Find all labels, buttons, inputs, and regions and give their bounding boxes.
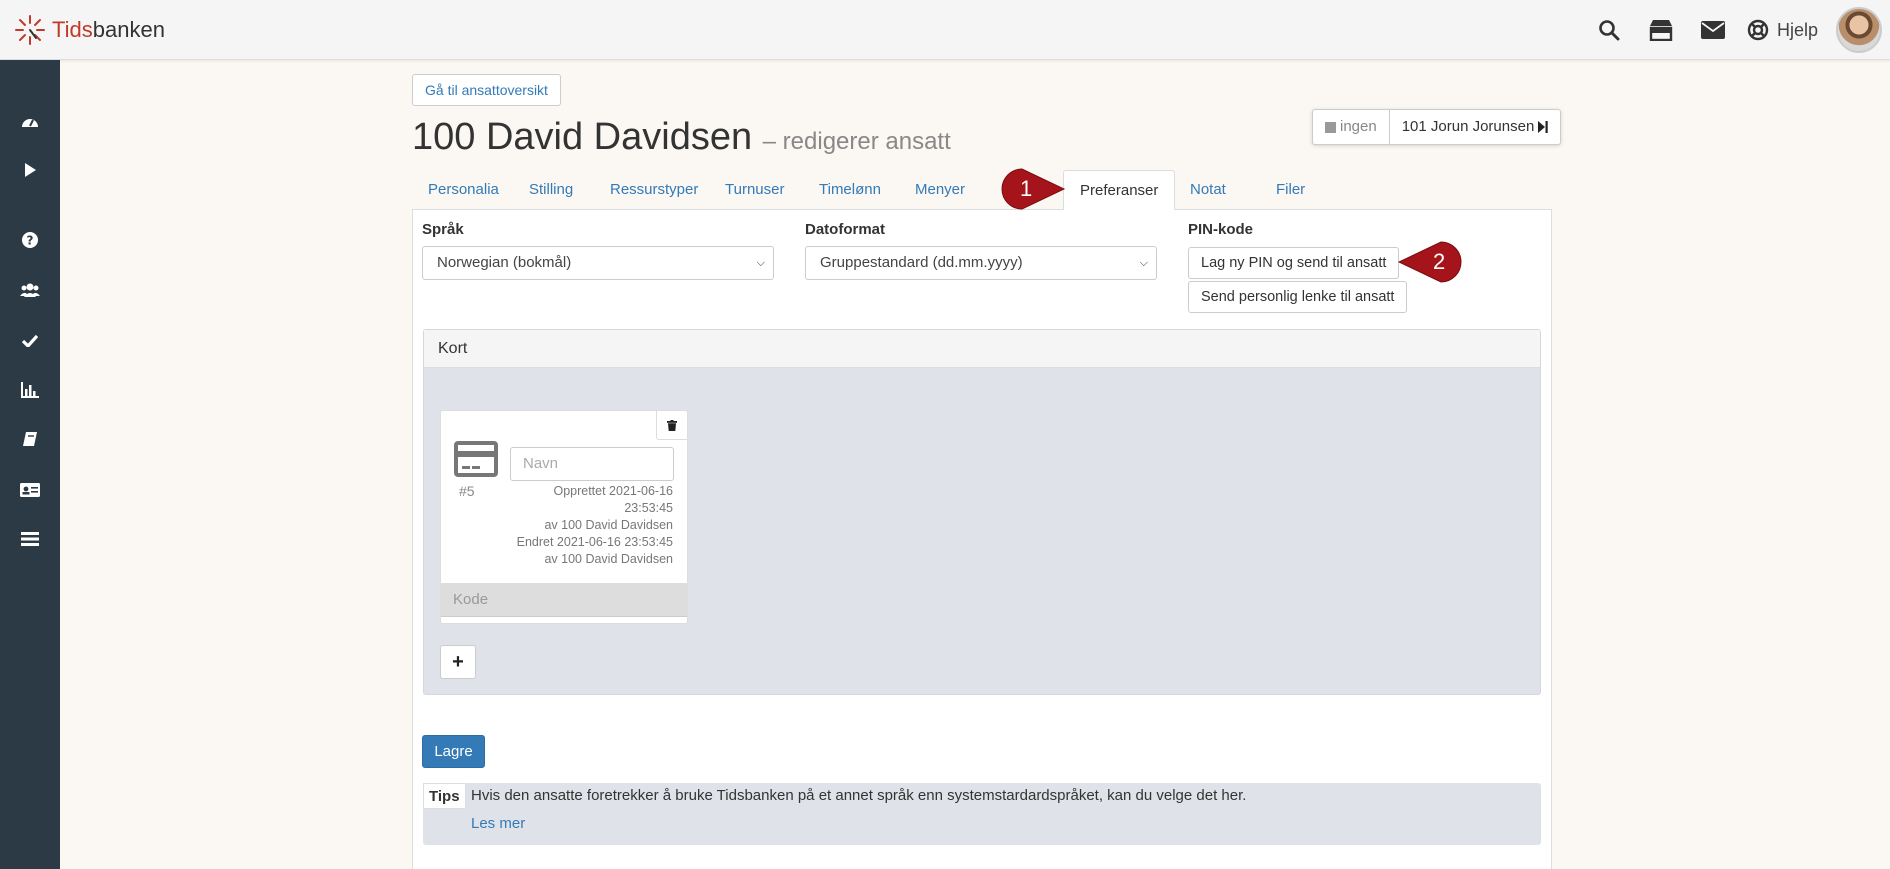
logo-mark-icon	[15, 15, 45, 45]
pin-label: PIN-kode	[1188, 221, 1254, 238]
credit-card-icon	[454, 441, 498, 477]
annotation-marker-2: 2	[1397, 240, 1463, 284]
check-icon[interactable]	[0, 325, 60, 355]
sidebar: ?	[0, 60, 60, 869]
tab-personalia[interactable]: Personalia	[412, 170, 515, 210]
language-select[interactable]: Norwegian (bokmål) ⌵	[422, 246, 774, 280]
avatar[interactable]	[1836, 7, 1882, 53]
play-icon[interactable]	[0, 155, 60, 185]
card-code-input[interactable]: Kode	[441, 583, 687, 617]
dashboard-icon[interactable]	[0, 106, 60, 136]
language-label: Språk	[422, 221, 464, 238]
employee-name: 100 David Davidsen	[412, 116, 753, 158]
users-icon[interactable]	[0, 275, 60, 305]
lifebuoy-icon	[1747, 19, 1769, 41]
top-bar: Tidsbanken Hjelp	[0, 0, 1890, 60]
envelope-icon[interactable]	[1687, 0, 1739, 60]
id-card-icon[interactable]	[0, 475, 60, 505]
tab-timelonn[interactable]: Timelønn	[803, 170, 897, 210]
tab-preferanser[interactable]: Preferanser	[1063, 170, 1176, 211]
stop-icon	[1325, 121, 1336, 133]
tips-box: Tips Hvis den ansatte foretrekker å bruk…	[423, 783, 1541, 845]
date-format-select[interactable]: Gruppestandard (dd.mm.yyyy) ⌵	[805, 246, 1157, 280]
tab-ressurstyper[interactable]: Ressurstyper	[594, 170, 714, 210]
send-link-button[interactable]: Send personlig lenke til ansatt	[1188, 281, 1408, 313]
add-card-button[interactable]: +	[440, 645, 476, 679]
store-icon[interactable]	[1635, 0, 1687, 60]
help-label: Hjelp	[1776, 19, 1818, 40]
new-pin-button[interactable]: Lag ny PIN og send til ansatt	[1188, 247, 1400, 279]
svg-text:?: ?	[27, 234, 34, 248]
back-to-employees-button[interactable]: Gå til ansattoversikt	[412, 74, 561, 106]
page-subtitle: – redigerer ansatt	[762, 128, 951, 155]
cards-section: Kort #5 Navn Opprettet 2021-06-16 23:53:…	[423, 329, 1541, 695]
chevron-down-icon: ⌵	[1139, 257, 1148, 269]
tips-label: Tips	[423, 783, 466, 809]
tab-menyer[interactable]: Menyer	[899, 170, 981, 210]
plus-icon: +	[452, 650, 464, 673]
access-card: #5 Navn Opprettet 2021-06-16 23:53:45 av…	[440, 410, 688, 624]
read-more-link[interactable]: Les mer	[471, 815, 525, 832]
cards-heading: Kort	[424, 330, 1540, 368]
save-button[interactable]: Lagre	[422, 735, 485, 768]
logo[interactable]: Tidsbanken	[14, 14, 165, 46]
previous-employee-button[interactable]: ingen	[1313, 110, 1389, 144]
chevron-down-icon: ⌵	[756, 257, 765, 269]
tips-text: Hvis den ansatte foretrekker å bruke Tid…	[471, 787, 1247, 804]
tab-notat[interactable]: Notat	[1174, 170, 1242, 210]
employee-navigation: ingen 101 Jorun Jorunsen	[1312, 109, 1562, 145]
help-link[interactable]: Hjelp	[1739, 19, 1836, 41]
step-forward-icon	[1538, 121, 1548, 133]
tab-turnuser[interactable]: Turnuser	[709, 170, 800, 210]
tab-filer[interactable]: Filer	[1260, 170, 1321, 210]
chart-icon[interactable]	[0, 375, 60, 405]
card-name-input[interactable]: Navn	[510, 447, 674, 481]
trash-icon[interactable]	[656, 410, 688, 440]
tab-stilling[interactable]: Stilling	[513, 170, 589, 210]
book-icon[interactable]	[0, 425, 60, 455]
question-icon[interactable]: ?	[0, 225, 60, 255]
logo-text: Tidsbanken	[52, 17, 165, 42]
tab-bar: Personalia Stilling Ressurstyper Turnuse…	[412, 170, 1552, 211]
annotation-marker-1: 1	[1000, 167, 1066, 211]
card-number: #5	[459, 483, 475, 499]
page-title: 100 David Davidsen – redigerer ansatt	[412, 116, 951, 159]
date-format-label: Datoformat	[805, 221, 886, 238]
list-icon[interactable]	[0, 524, 60, 554]
next-employee-button[interactable]: 101 Jorun Jorunsen	[1388, 110, 1561, 144]
card-metadata: Opprettet 2021-06-16 23:53:45 av 100 Dav…	[516, 484, 673, 566]
search-icon[interactable]	[1583, 0, 1635, 60]
